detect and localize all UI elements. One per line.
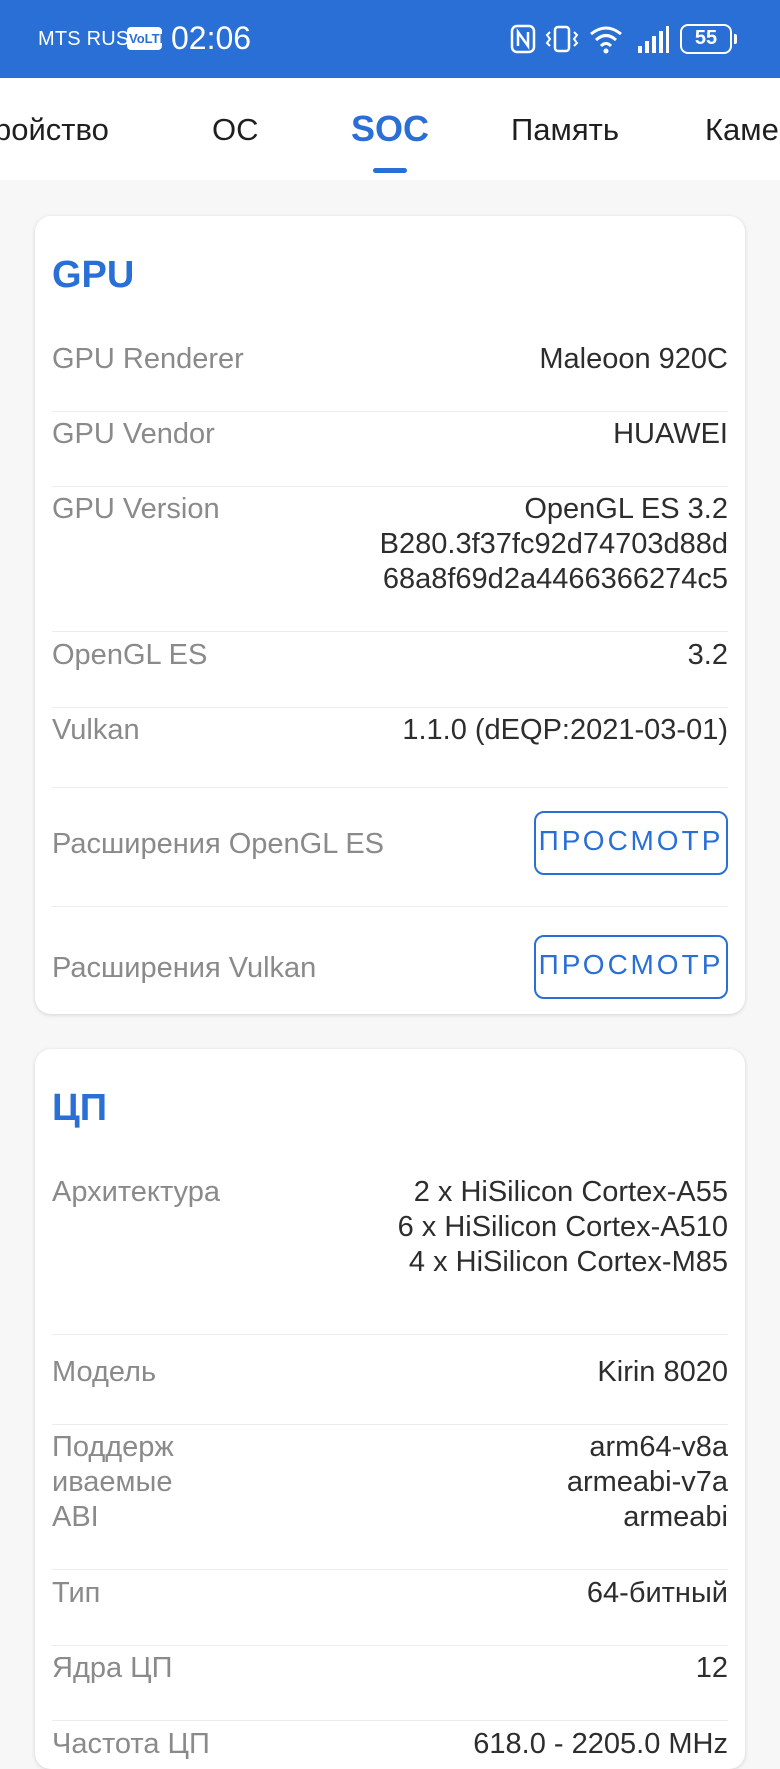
row-value: arm64-v8a armeabi-v7a armeabi [566,1431,728,1533]
wifi-icon [590,26,622,54]
row-label: Архитектура [52,1176,220,1208]
view-vulkan-extensions-button[interactable]: ПРОСМОТР [534,935,728,999]
row-value: 3.2 [687,639,728,671]
row-value: 1.1.0 (dEQP:2021-03-01) [402,714,728,746]
row-label: Тип [52,1577,101,1609]
abi-row: Поддерж иваемые ABI arm64-v8a armeabi-v7… [52,1430,728,1570]
active-tab-indicator [373,168,407,173]
row-value: 12 [695,1652,728,1684]
row-label: Расширения Vulkan [52,952,317,984]
cpu-title: ЦП [52,1087,108,1129]
row-value: HUAWEI [613,418,728,450]
gpu-renderer-row: GPU Renderer Maleoon 920C [52,342,728,412]
tab-soc[interactable]: SOC [351,108,429,150]
opengl-es-row: OpenGL ES 3.2 [52,638,728,708]
vulkan-row: Vulkan 1.1.0 (dEQP:2021-03-01) [52,713,728,788]
gpu-card: GPU GPU Renderer Maleoon 920C GPU Vendor… [35,216,745,1014]
nfc-icon [510,24,536,54]
tab-os[interactable]: ОС [212,112,259,148]
row-label: OpenGL ES [52,639,208,671]
row-label: Поддерж иваемые ABI [52,1431,174,1533]
clock: 02:06 [171,20,252,56]
vulkan-extensions-row: Расширения Vulkan ПРОСМОТР [52,919,728,1014]
row-value: Maleoon 920C [539,343,728,375]
row-value: OpenGL ES 3.2 B280.3f37fc92d74703d88d 68… [379,493,728,595]
cores-row: Ядра ЦП 12 [52,1651,728,1721]
row-value: 64-битный [586,1577,728,1609]
row-label: Модель [52,1356,157,1388]
frequency-row: Частота ЦП 618.0 - 2205.0 MHz [52,1727,728,1769]
opengl-extensions-row: Расширения OpenGL ES ПРОСМОТР [52,795,728,907]
tab-bar: ройство ОС SOC Память Каме [0,78,780,180]
row-value: Kirin 8020 [597,1356,728,1388]
status-bar: MTS RUS VoLTE 02:06 55 [0,0,780,78]
row-label: Ядра ЦП [52,1652,173,1684]
row-label: Vulkan [52,714,140,746]
tab-device[interactable]: ройство [0,112,109,148]
row-value: 2 x HiSilicon Cortex-A55 6 x HiSilicon C… [397,1176,728,1278]
gpu-vendor-row: GPU Vendor HUAWEI [52,417,728,487]
type-row: Тип 64-битный [52,1576,728,1646]
row-label: GPU Vendor [52,418,215,450]
row-label: Частота ЦП [52,1728,210,1760]
row-label: GPU Renderer [52,343,244,375]
battery-icon: 55 [680,24,737,54]
signal-icon [638,26,669,53]
architecture-row: Архитектура 2 x HiSilicon Cortex-A55 6 x… [52,1175,728,1335]
gpu-title: GPU [52,254,135,296]
vibrate-icon [545,25,579,53]
row-value: 618.0 - 2205.0 MHz [473,1728,728,1760]
model-row: Модель Kirin 8020 [52,1355,728,1425]
tab-camera[interactable]: Каме [705,112,779,148]
row-label: Расширения OpenGL ES [52,828,384,860]
cpu-card: ЦП Архитектура 2 x HiSilicon Cortex-A55 … [35,1049,745,1769]
volte-icon: VoLTE [127,27,168,50]
carrier-name: MTS RUS [38,28,130,50]
tab-memory[interactable]: Память [511,112,619,148]
gpu-version-row: GPU Version OpenGL ES 3.2 B280.3f37fc92d… [52,492,728,632]
row-label: GPU Version [52,493,220,525]
view-opengl-extensions-button[interactable]: ПРОСМОТР [534,811,728,875]
